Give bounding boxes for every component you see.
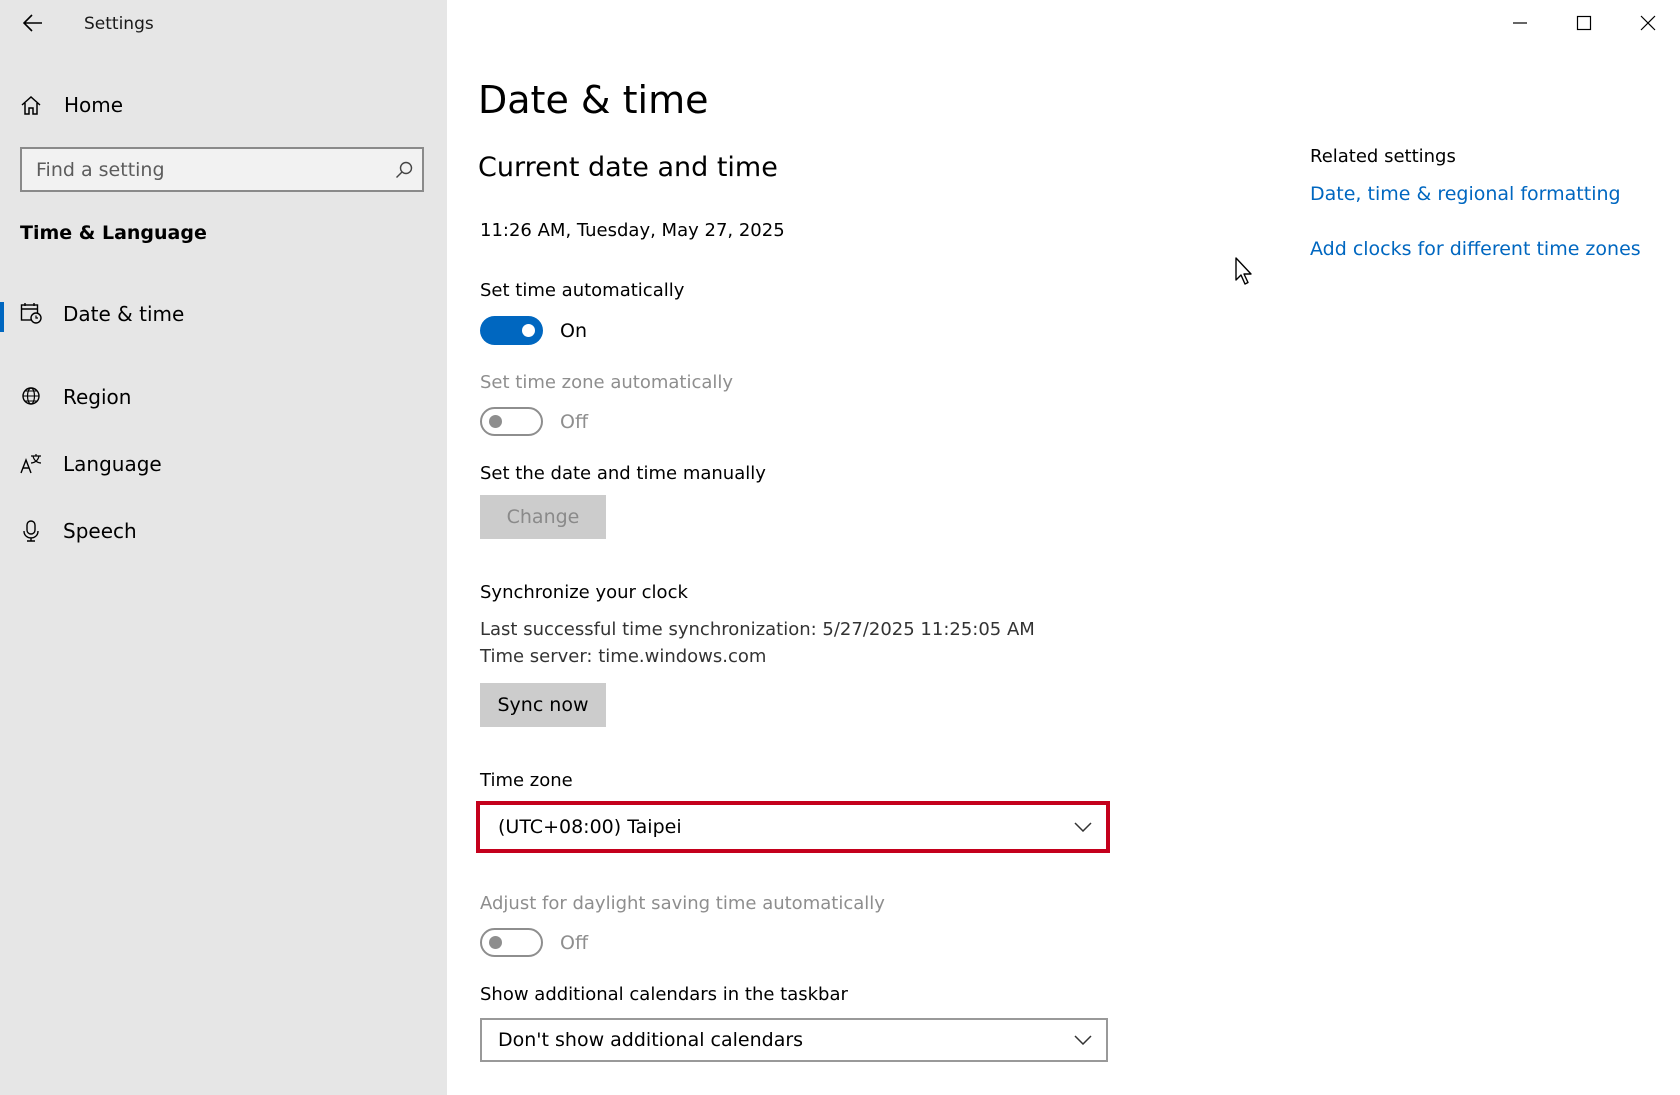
sidebar-item-speech[interactable]: Speech <box>0 497 447 564</box>
close-button[interactable] <box>1616 0 1680 46</box>
sidebar-item-label: Region <box>63 384 132 409</box>
minimize-icon <box>1513 22 1527 24</box>
set-tz-auto-toggle[interactable] <box>480 407 543 436</box>
timezone-value: (UTC+08:00) Taipei <box>498 816 682 838</box>
sidebar-item-region[interactable]: Region <box>0 363 447 430</box>
timezone-label: Time zone <box>480 770 573 791</box>
set-time-auto-label: Set time automatically <box>480 280 685 301</box>
calendar-clock-icon <box>20 303 42 324</box>
toggle-state: Off <box>560 410 589 433</box>
sidebar-item-date-time[interactable]: Date & time <box>0 296 447 363</box>
sidebar: Settings Home Time & Language Date & tim… <box>0 0 447 1095</box>
maximize-button[interactable] <box>1552 0 1616 46</box>
set-time-auto-row: On <box>480 316 587 345</box>
last-sync-text: Last successful time synchronization: 5/… <box>480 619 1035 640</box>
toggle-knob <box>489 415 502 428</box>
section-subtitle: Current date and time <box>478 152 778 183</box>
toggle-knob <box>489 936 502 949</box>
home-label: Home <box>64 93 124 117</box>
chevron-down-icon <box>1074 822 1092 832</box>
dst-label: Adjust for daylight saving time automati… <box>480 893 885 914</box>
sync-now-button[interactable]: Sync now <box>480 683 606 727</box>
microphone-icon <box>23 519 39 542</box>
calendars-value: Don't show additional calendars <box>498 1029 804 1051</box>
mouse-cursor-icon <box>1235 257 1252 285</box>
current-datetime: 11:26 AM, Tuesday, May 27, 2025 <box>480 220 785 241</box>
minimize-button[interactable] <box>1488 0 1552 46</box>
time-server-text: Time server: time.windows.com <box>480 646 767 667</box>
calendars-label: Show additional calendars in the taskbar <box>480 984 848 1005</box>
sidebar-item-label: Date & time <box>63 302 185 326</box>
calendars-dropdown[interactable]: Don't show additional calendars <box>480 1018 1108 1062</box>
set-tz-auto-label: Set time zone automatically <box>480 372 734 393</box>
change-button[interactable]: Change <box>480 495 606 539</box>
dst-toggle[interactable] <box>480 928 543 957</box>
section-title: Time & Language <box>20 222 207 244</box>
sync-title: Synchronize your clock <box>480 582 688 603</box>
app-title: Settings <box>84 14 154 34</box>
add-clocks-link[interactable]: Add clocks for different time zones <box>1310 238 1641 260</box>
home-icon <box>21 95 41 115</box>
set-time-auto-toggle[interactable] <box>480 316 543 345</box>
close-icon <box>1640 15 1656 31</box>
back-arrow-icon <box>23 14 42 32</box>
sidebar-item-language[interactable]: Language <box>0 430 447 497</box>
globe-icon <box>22 386 40 405</box>
sidebar-item-label: Language <box>63 451 162 476</box>
chevron-down-icon <box>1074 1035 1092 1045</box>
toggle-state: Off <box>560 931 589 954</box>
toggle-state: On <box>560 319 587 342</box>
search-icon[interactable] <box>386 150 422 190</box>
manual-label: Set the date and time manually <box>480 463 766 484</box>
sidebar-home[interactable]: Home <box>20 90 123 120</box>
regional-formatting-link[interactable]: Date, time & regional formatting <box>1310 183 1621 205</box>
language-icon <box>20 453 42 473</box>
sidebar-nav: Date & time Region Language Speech <box>0 296 447 564</box>
search-input[interactable] <box>22 158 386 181</box>
set-tz-auto-row: Off <box>480 407 588 436</box>
back-button[interactable] <box>18 8 48 38</box>
page-title: Date & time <box>478 78 709 122</box>
maximize-icon <box>1576 15 1592 31</box>
dst-row: Off <box>480 928 588 957</box>
sidebar-item-label: Speech <box>63 518 137 543</box>
related-settings-header: Related settings <box>1310 146 1456 167</box>
toggle-knob <box>522 324 535 337</box>
timezone-dropdown[interactable]: (UTC+08:00) Taipei <box>476 801 1110 853</box>
search-box[interactable] <box>20 147 424 192</box>
